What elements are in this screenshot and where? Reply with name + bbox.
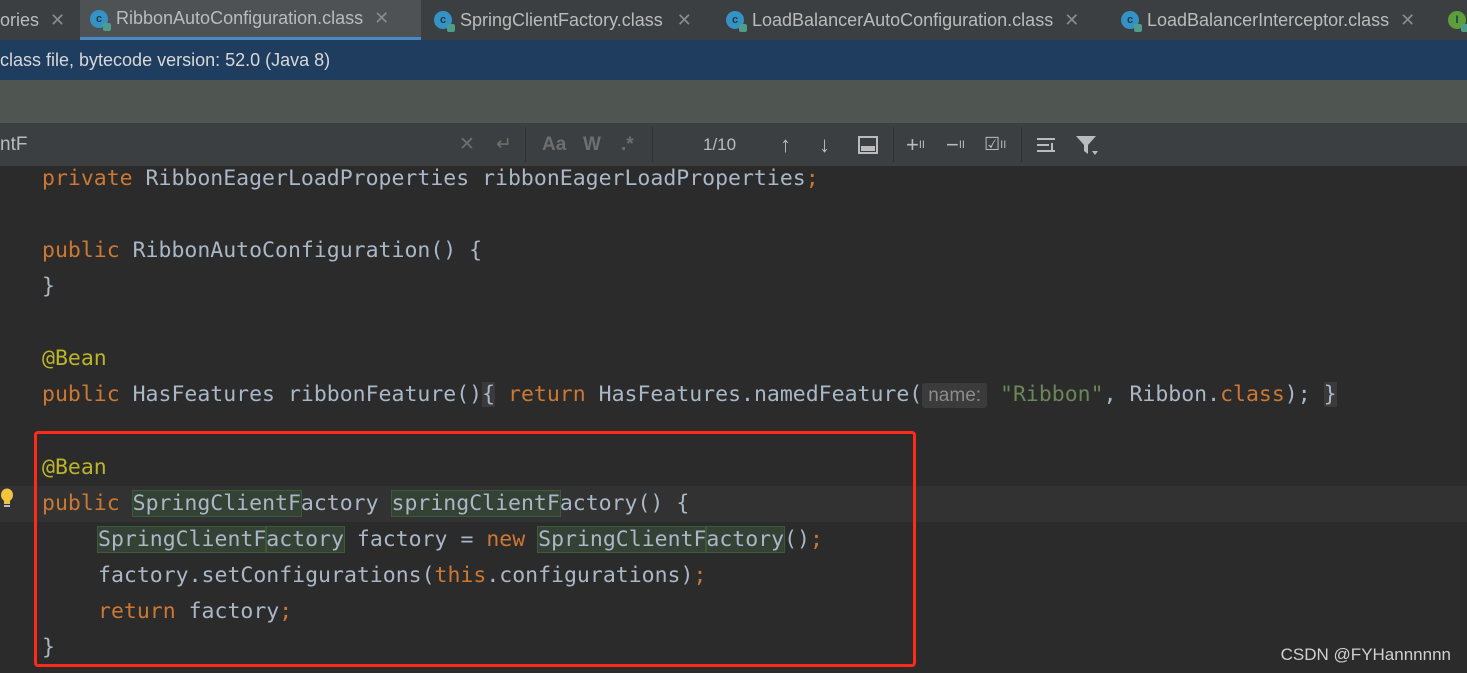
clear-search-icon[interactable]: ✕	[459, 123, 475, 166]
add-occurrence-icon[interactable]: + II	[906, 123, 925, 166]
match-count: 1/10	[703, 134, 737, 154]
close-icon[interactable]: ✕	[374, 8, 389, 29]
lightbulb-icon[interactable]	[0, 488, 14, 510]
parameter-hint: name:	[922, 383, 988, 408]
editor-tab-bar: ories ✕ c RibbonAutoConfiguration.class …	[0, 0, 1467, 40]
class-file-icon: c	[726, 11, 747, 32]
words-toggle[interactable]: W	[583, 123, 601, 166]
class-file-icon: c	[90, 9, 111, 31]
filter-lines-icon[interactable]	[1035, 123, 1057, 166]
close-icon[interactable]: ✕	[1064, 10, 1079, 31]
next-occurrence-icon[interactable]: ↓	[819, 123, 830, 166]
highlight-annotation-box	[34, 431, 916, 667]
fold-brace: }	[1323, 382, 1337, 407]
tab-ories[interactable]: ories ✕	[0, 0, 74, 40]
code-line: @Bean	[42, 346, 107, 371]
class-file-icon: c	[434, 11, 455, 32]
regex-toggle[interactable]: .*	[621, 123, 634, 166]
tab-label: RibbonAutoConfiguration.class	[116, 8, 364, 28]
tab-load-balancer-auto-configuration[interactable]: c LoadBalancerAutoConfiguration.class ✕	[726, 0, 1079, 40]
banner-text: class file, bytecode version: 52.0 (Java…	[0, 49, 331, 70]
filter-icon[interactable]	[1074, 123, 1100, 166]
fold-brace: {	[482, 382, 496, 407]
search-input[interactable]: ntF	[0, 123, 27, 166]
decompiled-class-banner: class file, bytecode version: 52.0 (Java…	[0, 40, 1467, 80]
close-icon[interactable]: ✕	[677, 10, 692, 31]
tab-interface-partial[interactable]: I	[1448, 0, 1467, 40]
new-line-icon[interactable]: ↵	[496, 123, 512, 166]
find-bar: ntF ✕ ↵ Aa W .* 1/10 ↑ ↓ + II − II ☑ II	[0, 123, 1467, 166]
code-line: public HasFeatures ribbonFeature(){ retu…	[42, 382, 1337, 408]
interface-file-icon: I	[1448, 11, 1467, 32]
toolbar-strip	[0, 80, 1467, 123]
previous-occurrence-icon[interactable]: ↑	[780, 123, 791, 166]
select-all-occurrences-icon[interactable]	[857, 123, 879, 166]
code-line: }	[42, 274, 55, 299]
tab-label: ories	[0, 9, 40, 30]
tab-ribbon-auto-configuration[interactable]: c RibbonAutoConfiguration.class ✕	[80, 0, 421, 40]
close-icon[interactable]: ✕	[50, 10, 65, 31]
tab-load-balancer-interceptor[interactable]: c LoadBalancerInterceptor.class ✕	[1121, 0, 1415, 40]
tab-label: SpringClientFactory.class	[460, 9, 663, 30]
close-icon[interactable]: ✕	[1400, 10, 1415, 31]
match-case-toggle[interactable]: Aa	[542, 123, 566, 166]
remove-occurrence-icon[interactable]: − II	[946, 123, 965, 166]
code-line: public RibbonAutoConfiguration() {	[42, 238, 483, 263]
class-file-icon: c	[1121, 11, 1142, 32]
tab-spring-client-factory[interactable]: c SpringClientFactory.class ✕	[434, 0, 692, 40]
code-line: private RibbonEagerLoadProperties ribbon…	[42, 166, 819, 191]
select-all-matches-icon[interactable]: ☑ II	[984, 123, 1006, 166]
tab-label: LoadBalancerInterceptor.class	[1147, 9, 1390, 30]
tab-label: LoadBalancerAutoConfiguration.class	[752, 9, 1054, 30]
watermark: CSDN @FYHannnnnn	[1280, 645, 1451, 664]
